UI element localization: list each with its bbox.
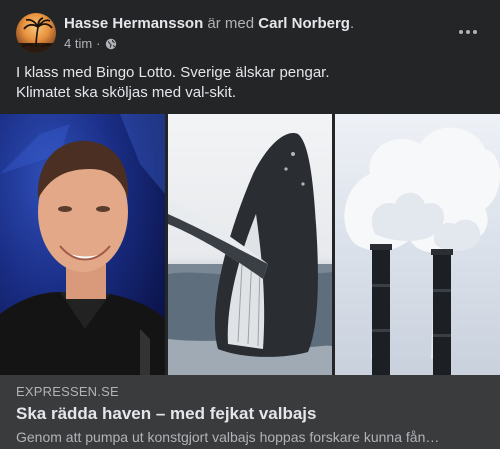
globe-icon[interactable] xyxy=(105,38,117,50)
author-line-end: . xyxy=(349,15,355,32)
whale-breach-photo xyxy=(168,114,332,375)
man-portrait-photo xyxy=(0,114,165,375)
link-preview[interactable]: EXPRESSEN.SE Ska rädda haven – med fejka… xyxy=(0,375,500,449)
smokestacks-photo xyxy=(335,114,500,375)
meta-separator: · xyxy=(96,36,101,51)
more-options-button[interactable] xyxy=(450,18,486,46)
post-time[interactable]: 4 tim xyxy=(64,36,92,52)
post-text: I klass med Bingo Lotto. Sverige älskar … xyxy=(16,63,486,103)
post-text-line-1: I klass med Bingo Lotto. Sverige älskar … xyxy=(16,64,330,81)
tagged-person[interactable]: Carl Norberg xyxy=(258,15,350,32)
more-icon-dot xyxy=(473,30,477,34)
post-meta: 4 tim · xyxy=(64,36,117,52)
palm-tree-icon xyxy=(16,17,56,53)
more-icon-dot xyxy=(466,30,470,34)
link-description: Genom att pumpa ut konstgjort valbajs ho… xyxy=(16,429,440,445)
link-domain: EXPRESSEN.SE xyxy=(16,384,119,399)
author-avatar[interactable] xyxy=(16,13,56,53)
feed-post: Hasse Hermansson är med Carl Norberg. 4 … xyxy=(0,0,500,449)
post-text-line-2: Klimatet ska sköljas med val-skit. xyxy=(16,84,237,101)
author-line: Hasse Hermansson är med Carl Norberg. xyxy=(64,14,354,33)
with-connector: är med xyxy=(203,15,259,32)
author-name[interactable]: Hasse Hermansson xyxy=(64,15,203,32)
link-headline[interactable]: Ska rädda haven – med fejkat valbajs xyxy=(16,403,316,424)
link-image-collage[interactable] xyxy=(0,114,500,375)
more-icon xyxy=(459,30,463,34)
